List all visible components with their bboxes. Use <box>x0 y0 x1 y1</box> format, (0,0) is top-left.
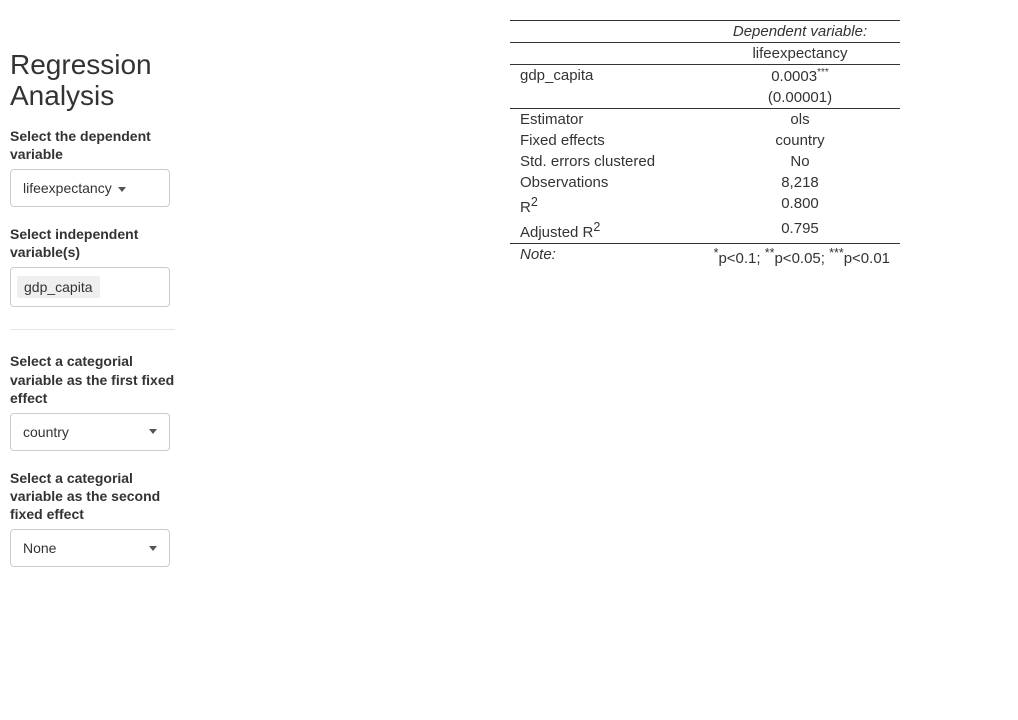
stat-value: 0.795 <box>700 218 900 244</box>
coef-estimate: 0.0003*** <box>700 65 900 88</box>
chevron-down-icon <box>149 429 157 434</box>
note-label: Note: <box>510 244 700 270</box>
note-row: Note: *p<0.1; **p<0.05; ***p<0.01 <box>510 244 900 270</box>
fe2-value: None <box>23 540 56 556</box>
stat-row: Adjusted R2 0.795 <box>510 218 900 244</box>
stat-value: 0.800 <box>700 193 900 218</box>
chevron-down-icon <box>118 187 126 192</box>
coef-row: gdp_capita 0.0003*** <box>510 65 900 88</box>
stat-row: Std. errors clustered No <box>510 151 900 172</box>
dep-name: lifeexpectancy <box>700 43 900 65</box>
dep-header: Dependent variable: <box>700 21 900 43</box>
stat-value: country <box>700 130 900 151</box>
indepvar-group: Select independent variable(s) gdp_capit… <box>10 225 180 307</box>
stat-label: Std. errors clustered <box>510 151 700 172</box>
fe1-group: Select a categorial variable as the firs… <box>10 352 180 451</box>
stat-value: ols <box>700 109 900 131</box>
stat-label: Adjusted R2 <box>510 218 700 244</box>
stat-label: Estimator <box>510 109 700 131</box>
fe2-group: Select a categorial variable as the seco… <box>10 469 180 568</box>
stat-row: Estimator ols <box>510 109 900 131</box>
sidebar: Regression Analysis Select the dependent… <box>0 0 190 595</box>
depvar-label: Select the dependent variable <box>10 127 180 163</box>
divider <box>10 329 175 330</box>
page-title: Regression Analysis <box>10 50 180 112</box>
stat-row: Observations 8,218 <box>510 172 900 193</box>
fe2-label: Select a categorial variable as the seco… <box>10 469 180 524</box>
coef-name: gdp_capita <box>510 65 700 88</box>
depvar-dropdown[interactable]: lifeexpectancy <box>10 169 170 207</box>
fe2-dropdown[interactable]: None <box>10 529 170 567</box>
depvar-group: Select the dependent variable lifeexpect… <box>10 127 180 207</box>
stat-label: Observations <box>510 172 700 193</box>
stat-row: Fixed effects country <box>510 130 900 151</box>
indepvar-label: Select independent variable(s) <box>10 225 180 261</box>
stat-value: No <box>700 151 900 172</box>
fe1-dropdown[interactable]: country <box>10 413 170 451</box>
depvar-value: lifeexpectancy <box>23 180 112 196</box>
regression-table: Dependent variable: lifeexpectancy gdp_c… <box>510 20 900 269</box>
stat-value: 8,218 <box>700 172 900 193</box>
chevron-down-icon <box>149 546 157 551</box>
fe1-label: Select a categorial variable as the firs… <box>10 352 180 407</box>
indepvar-input[interactable]: gdp_capita <box>10 267 170 307</box>
results-panel: Dependent variable: lifeexpectancy gdp_c… <box>190 0 1018 279</box>
stat-label: R2 <box>510 193 700 218</box>
coef-se: (0.00001) <box>700 87 900 109</box>
note-text: *p<0.1; **p<0.05; ***p<0.01 <box>700 244 900 270</box>
stat-row: R2 0.800 <box>510 193 900 218</box>
indepvar-token[interactable]: gdp_capita <box>17 276 100 298</box>
stat-label: Fixed effects <box>510 130 700 151</box>
fe1-value: country <box>23 424 69 440</box>
